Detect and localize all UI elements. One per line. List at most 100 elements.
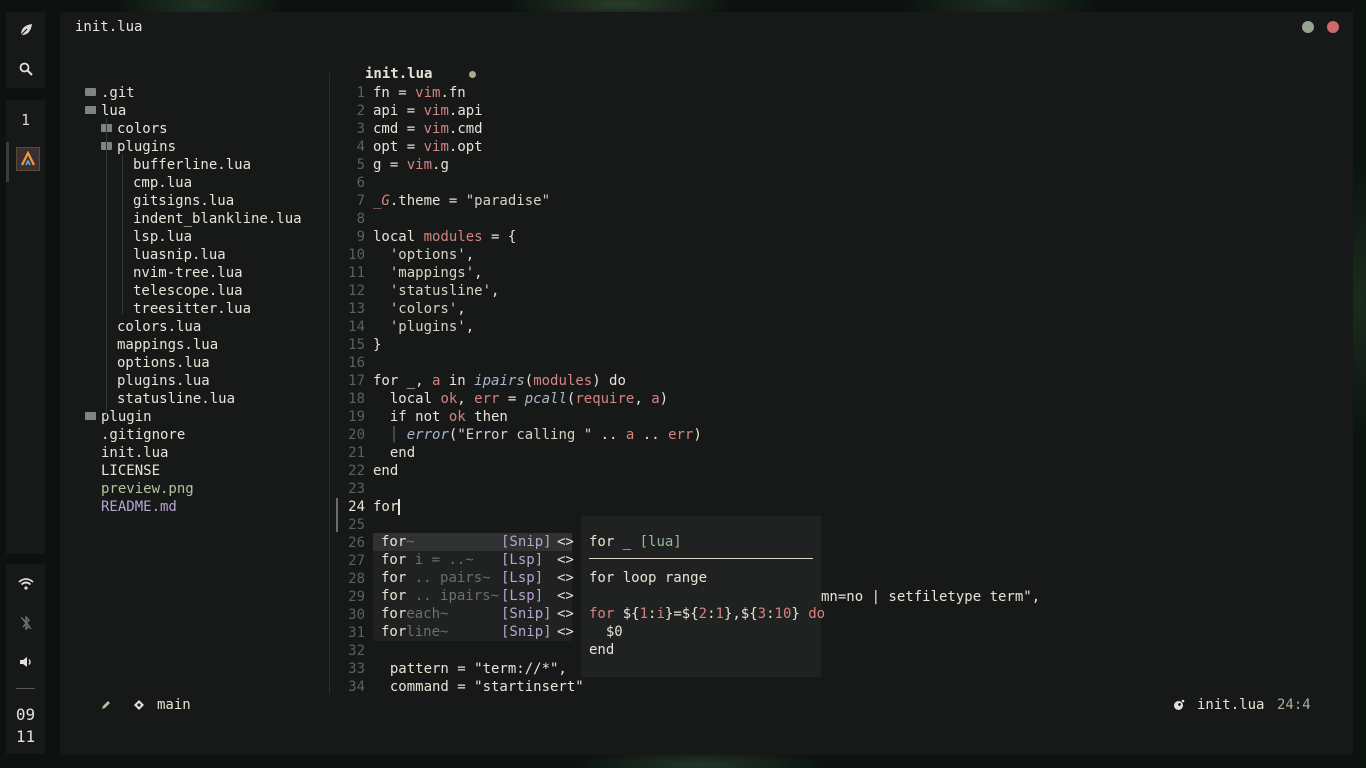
tree-item-label: nvim-tree.lua — [133, 265, 243, 281]
line-number: 13 — [348, 301, 365, 317]
tree-item[interactable]: cmp.lua — [133, 174, 192, 192]
tree-item[interactable]: treesitter.lua — [133, 300, 251, 318]
code-line: 'colors', — [389, 301, 466, 317]
clock-hour: 09 — [15, 705, 36, 724]
tree-item[interactable]: plugin — [85, 408, 152, 426]
bluetooth-off-icon[interactable] — [6, 613, 45, 633]
tree-item[interactable]: init.lua — [101, 444, 168, 462]
tree-item[interactable]: bufferline.lua — [133, 156, 251, 174]
tree-item[interactable]: README.md — [101, 498, 177, 516]
completion-item[interactable]: for i = ..~ [Lsp] <> — [373, 551, 574, 569]
code-line: pattern = "term://*", — [373, 661, 567, 677]
tree-item-label: init.lua — [101, 445, 169, 461]
tree-item[interactable]: options.lua — [117, 354, 210, 372]
completion-item[interactable]: for .. pairs~ [Lsp] <> — [373, 569, 574, 587]
line-number: 21 — [348, 445, 365, 461]
tree-item-label: telescope.lua — [133, 283, 243, 299]
tree-item[interactable]: gitsigns.lua — [133, 192, 234, 210]
line-number: 24 — [348, 499, 365, 515]
code-line-current: for — [373, 498, 401, 516]
completion-menu: for~ [Snip] <> for i = ..~ [Lsp] <> for .. pai… — [373, 533, 574, 641]
tree-item-label: colors — [117, 121, 168, 137]
workspace-panel: 1 — [6, 100, 45, 554]
tree-item[interactable]: mappings.lua — [117, 336, 218, 354]
wifi-icon[interactable] — [6, 574, 45, 594]
tree-item[interactable]: statusline.lua — [117, 390, 235, 408]
line-number: 20 — [348, 427, 365, 443]
tree-item[interactable]: plugins.lua — [117, 372, 210, 390]
line-number: 10 — [348, 247, 365, 263]
completion-match: for — [381, 588, 407, 604]
tree-item[interactable]: nvim-tree.lua — [133, 264, 243, 282]
code-line: end — [373, 445, 416, 461]
line-number: 30 — [348, 607, 365, 623]
docs-snippet-line: $0 — [605, 624, 623, 640]
tree-item[interactable]: luasnip.lua — [133, 246, 226, 264]
current-line-marker — [336, 498, 338, 532]
completion-rest: .. pairs~ — [406, 570, 491, 586]
code-line: _G.theme = "paradise" — [373, 193, 551, 209]
folder-icon — [85, 88, 96, 96]
tree-item-label: cmp.lua — [133, 175, 193, 191]
tree-item[interactable]: telescope.lua — [133, 282, 243, 300]
tree-item-label: plugins — [117, 139, 177, 155]
tray-divider — [16, 688, 35, 689]
git-branch: main — [157, 697, 191, 713]
tree-indent-guide — [106, 118, 107, 416]
tree-item[interactable]: colors.lua — [117, 318, 201, 336]
code-line: api = vim.api — [373, 103, 483, 119]
line-number: 25 — [348, 517, 365, 533]
completion-match: for — [381, 624, 407, 640]
completion-arrows: <> — [557, 552, 574, 568]
tree-item-label: preview.png — [101, 481, 194, 497]
tree-item[interactable]: .gitignore — [101, 426, 185, 444]
completion-arrows: <> — [557, 588, 574, 604]
completion-arrows: <> — [557, 606, 574, 622]
pencil-icon — [100, 696, 112, 714]
close-button[interactable] — [1327, 21, 1339, 33]
git-branch-icon — [133, 696, 145, 714]
tree-item[interactable]: lsp.lua — [133, 228, 192, 246]
status-filename: init.lua — [1197, 697, 1265, 713]
completion-item[interactable]: for .. ipairs~ [Lsp] <> — [373, 587, 574, 605]
line-number: 11 — [348, 265, 365, 281]
tree-item[interactable]: plugins — [101, 138, 176, 156]
code-line: command = "startinsert" — [373, 679, 584, 695]
line-number: 19 — [348, 409, 365, 425]
completion-match: for — [381, 570, 407, 586]
tree-item[interactable]: LICENSE — [101, 462, 160, 480]
code-line: for _, a in ipairs(modules) do — [373, 373, 626, 389]
volume-icon[interactable] — [6, 652, 45, 672]
completion-kind: [Snip] — [501, 534, 552, 550]
text-cursor — [398, 499, 401, 515]
tree-item[interactable]: preview.png — [101, 480, 194, 498]
completion-item[interactable]: for~ [Snip] <> — [373, 533, 574, 551]
workspace-indicator — [6, 142, 9, 182]
tree-item-label: plugin — [101, 409, 152, 425]
alacritty-icon[interactable] — [16, 147, 40, 171]
search-icon[interactable] — [6, 59, 45, 79]
line-number: 18 — [348, 391, 365, 407]
completion-item[interactable]: foreach~ [Snip] <> — [373, 605, 574, 623]
line-number: 7 — [356, 193, 365, 209]
completion-rest: ~ — [406, 534, 415, 550]
completion-kind: [Lsp] — [501, 570, 544, 586]
tree-item[interactable]: colors — [101, 120, 168, 138]
code-line: local modules = { — [373, 229, 517, 245]
tree-item[interactable]: .git — [85, 84, 135, 102]
code-line: g = vim.g — [373, 157, 449, 173]
workspace-number[interactable]: 1 — [6, 111, 45, 129]
leaf-icon[interactable] — [6, 20, 45, 40]
completion-arrows: <> — [557, 570, 574, 586]
code-line: cmd = vim.cmd — [373, 121, 483, 137]
tree-item[interactable]: indent_blankline.lua — [133, 210, 302, 228]
completion-item[interactable]: forline~ [Snip] <> — [373, 623, 574, 641]
folder-icon — [85, 412, 96, 420]
tree-item-label: lua — [101, 103, 127, 119]
tree-item-label: colors.lua — [117, 319, 202, 335]
code-line: 'mappings', — [389, 265, 483, 281]
code-line: 'statusline', — [389, 283, 500, 299]
completion-kind: [Lsp] — [501, 552, 544, 568]
buffer-tab[interactable]: init.lua — [365, 66, 432, 82]
minimize-button[interactable] — [1302, 21, 1314, 33]
